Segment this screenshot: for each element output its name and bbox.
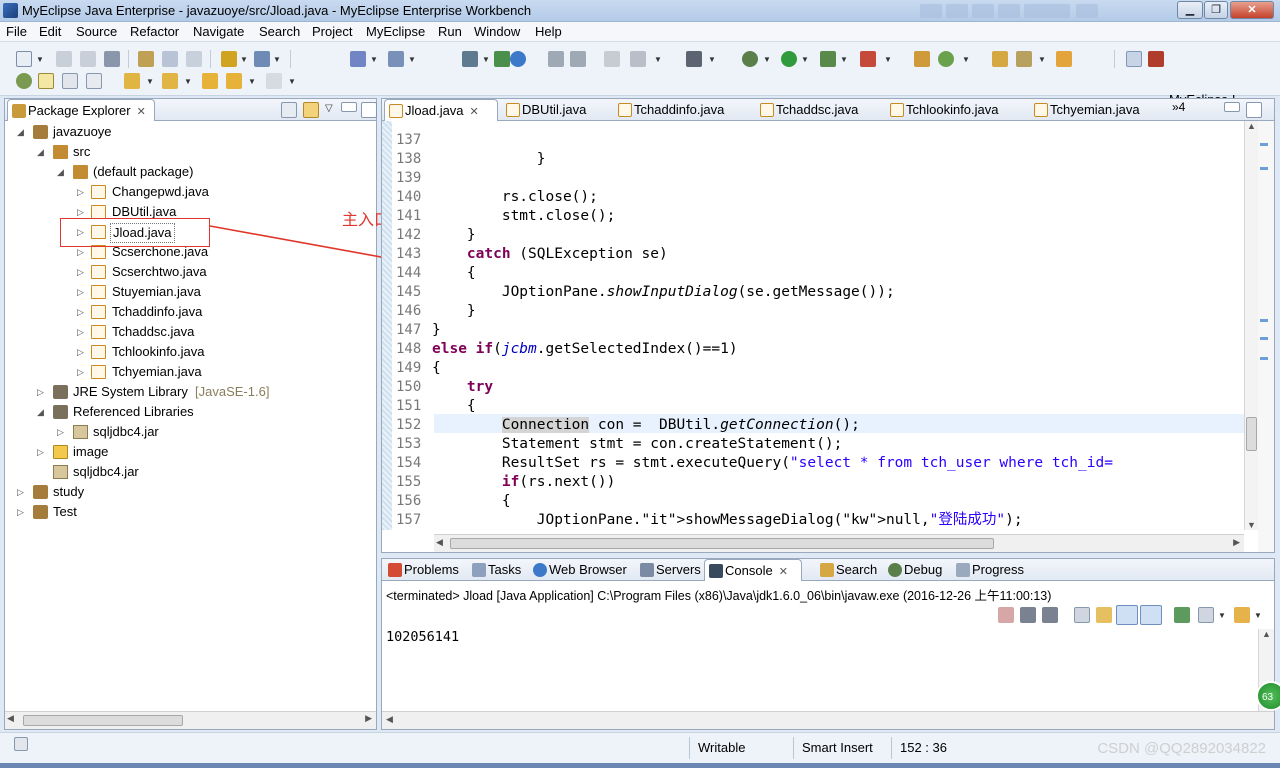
console-panel: Problems Tasks Web Browser Servers Conso… [381, 558, 1280, 730]
ruler-mark[interactable] [1260, 167, 1268, 170]
display-console-icon[interactable] [1198, 607, 1214, 623]
java-file-icon [760, 103, 774, 117]
overview-ruler[interactable] [1258, 121, 1274, 552]
tab-dbutil[interactable]: DBUtil.java [502, 99, 586, 121]
console-output[interactable]: 102056141 [386, 629, 459, 645]
progress-icon [956, 563, 970, 577]
tab-search[interactable]: Search [816, 559, 877, 581]
tab-servers[interactable]: Servers [636, 559, 701, 581]
java-file-icon [618, 103, 632, 117]
scroll-lock-icon[interactable] [1096, 607, 1112, 623]
show-on-output-icon[interactable] [1116, 605, 1138, 625]
remove-launch-icon[interactable] [1020, 607, 1036, 623]
scroll-down-icon[interactable]: ▼ [1247, 520, 1256, 530]
tasks-icon [472, 563, 486, 577]
quick-diff-gutter [382, 121, 392, 530]
minimize-view-icon[interactable] [1224, 102, 1240, 112]
java-file-icon [506, 103, 520, 117]
scroll-right-icon[interactable]: ▶ [1233, 537, 1240, 548]
status-insert-mode: Smart Insert [793, 737, 891, 759]
status-cursor-position: 152 : 36 [891, 737, 971, 759]
tab-tchyemian[interactable]: Tchyemian.java [1030, 99, 1140, 121]
tab-tchaddsc[interactable]: Tchaddsc.java [756, 99, 858, 121]
terminate-icon[interactable] [998, 607, 1014, 623]
tab-jload[interactable]: Jload.java ✕ [384, 99, 498, 121]
chevron-down-icon[interactable]: ▼ [1254, 611, 1262, 620]
more-tabs-button[interactable]: »4 [1172, 100, 1185, 114]
chevron-down-icon[interactable]: ▼ [1218, 611, 1226, 620]
scrollbar-thumb[interactable] [1246, 417, 1257, 451]
ruler-mark[interactable] [1260, 143, 1268, 146]
scrollbar-thumb[interactable] [450, 538, 994, 549]
taskbar-strip [0, 763, 1280, 768]
tab-tasks[interactable]: Tasks [468, 559, 521, 581]
watermark: CSDN @QQ2892034822 [1097, 740, 1266, 757]
tab-tchaddinfo[interactable]: Tchaddinfo.java [614, 99, 724, 121]
close-icon[interactable]: ✕ [470, 106, 479, 118]
scroll-up-icon[interactable]: ▲ [1247, 121, 1256, 131]
globe-icon [533, 563, 547, 577]
remove-all-icon[interactable] [1042, 607, 1058, 623]
tab-debug[interactable]: Debug [884, 559, 942, 581]
editor-tabbar: Jload.java ✕ DBUtil.java Tchaddinfo.java … [382, 99, 1274, 121]
show-on-error-icon[interactable] [1140, 605, 1162, 625]
pin-console-icon[interactable] [1174, 607, 1190, 623]
java-file-icon [389, 104, 403, 118]
notification-badge[interactable]: 63 [1256, 681, 1280, 711]
horizontal-scrollbar[interactable]: ◀ ▶ [434, 534, 1244, 552]
tab-tchlookinfo[interactable]: Tchlookinfo.java [886, 99, 999, 121]
editor-panel: Jload.java ✕ DBUtil.java Tchaddinfo.java … [381, 98, 1275, 553]
problems-icon [388, 563, 402, 577]
java-file-icon [890, 103, 904, 117]
maximize-view-icon[interactable] [1246, 102, 1262, 118]
console-icon [709, 564, 723, 578]
tab-progress[interactable]: Progress [952, 559, 1024, 581]
vertical-scrollbar[interactable]: ▲ ▼ [1244, 121, 1258, 530]
tab-problems[interactable]: Problems [384, 559, 459, 581]
search-icon [820, 563, 834, 577]
scroll-left-icon[interactable]: ◀ [386, 714, 393, 725]
tab-web-browser[interactable]: Web Browser [529, 559, 627, 581]
bug-icon [888, 563, 902, 577]
status-bar: Writable Smart Insert 152 : 36 [0, 732, 1280, 768]
ruler-mark[interactable] [1260, 319, 1268, 322]
console-header: <terminated> Jload [Java Application] C:… [386, 589, 1052, 603]
scroll-left-icon[interactable]: ◀ [436, 537, 443, 548]
scroll-up-icon[interactable]: ▲ [1262, 629, 1271, 639]
java-file-icon [1034, 103, 1048, 117]
fast-view-icon[interactable] [14, 737, 28, 751]
bottom-tabbar: Problems Tasks Web Browser Servers Conso… [382, 559, 1274, 581]
horizontal-scrollbar[interactable]: ◀ [382, 711, 1274, 729]
tab-console[interactable]: Console ✕ [704, 559, 802, 581]
status-writable: Writable [689, 737, 791, 759]
open-console-icon[interactable] [1234, 607, 1250, 623]
close-icon[interactable]: ✕ [779, 566, 788, 578]
ruler-mark[interactable] [1260, 337, 1268, 340]
ruler-mark[interactable] [1260, 357, 1268, 360]
clear-console-icon[interactable] [1074, 607, 1090, 623]
servers-icon [640, 563, 654, 577]
